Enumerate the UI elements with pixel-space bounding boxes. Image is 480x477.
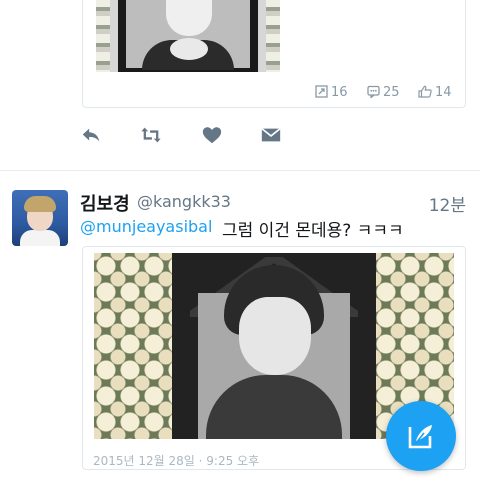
quoted-tweet-photo[interactable] xyxy=(96,0,280,72)
compose-tweet-button[interactable] xyxy=(386,401,456,471)
tweet-text: 그럼 이건 몬데용? ㅋㅋㅋ xyxy=(222,221,404,241)
display-name[interactable]: 김보경 xyxy=(80,190,130,216)
comment-icon xyxy=(367,85,380,99)
retweet-icon xyxy=(141,127,161,143)
envelope-icon xyxy=(261,127,281,142)
tweet-timestamp: 12분 xyxy=(428,196,466,216)
tweet-divider xyxy=(0,170,480,171)
like-count: 14 xyxy=(418,85,452,100)
quote-icon xyxy=(315,85,328,98)
quote-count: 16 xyxy=(315,85,348,100)
reply-count: 25 xyxy=(367,85,400,100)
reply-icon xyxy=(82,128,100,142)
reply-button[interactable] xyxy=(80,124,106,148)
retweet-button[interactable] xyxy=(140,124,166,148)
like-button[interactable] xyxy=(201,124,227,148)
thumbs-up-icon xyxy=(418,85,432,98)
photo-date-stamp: 2015년 12월 28일 · 9:25 오후 xyxy=(93,454,260,468)
direct-message-button[interactable] xyxy=(260,124,286,148)
compose-tweet-icon xyxy=(408,425,432,449)
heart-icon xyxy=(202,127,222,144)
avatar[interactable] xyxy=(12,190,68,246)
user-handle[interactable]: @kangkk33 xyxy=(137,192,231,211)
mention-link[interactable]: @munjeayasibal xyxy=(80,217,212,236)
